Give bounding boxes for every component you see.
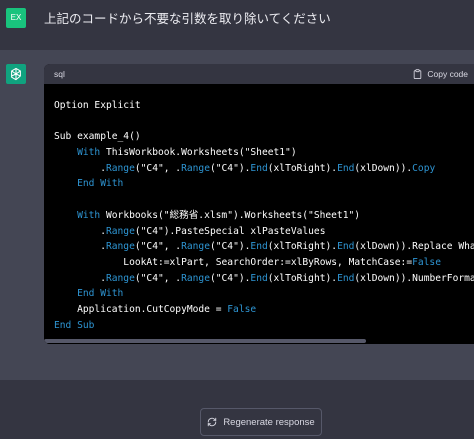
code-keyword: Range	[181, 162, 210, 174]
code-text: ("C4").	[209, 272, 251, 284]
code-line: With Workbooks("総務省.xlsm").Worksheets("S…	[54, 208, 474, 224]
user-message-text: 上記のコードから不要な引数を取り除いてください	[44, 12, 331, 26]
code-text: .	[54, 162, 106, 174]
code-line: End With	[54, 176, 474, 192]
code-text: Workbooks("総務省.xlsm").Worksheets("Sheet1…	[100, 209, 361, 221]
code-keyword: With	[77, 209, 101, 221]
code-text: ("C4", .	[134, 241, 182, 253]
code-keyword: End Sub	[54, 319, 95, 331]
code-line: End Sub	[54, 318, 474, 334]
code-text: ThisWorkbook.Worksheets("Sheet1")	[100, 147, 297, 159]
code-text: ("C4").	[209, 241, 251, 253]
code-line: End With	[54, 286, 474, 302]
horizontal-scrollbar[interactable]	[44, 338, 474, 344]
code-line: .Range("C4", .Range("C4").End(xlToRight)…	[54, 271, 474, 287]
clipboard-icon	[414, 69, 422, 79]
refresh-icon	[208, 417, 217, 427]
code-keyword: Range	[105, 241, 135, 253]
code-keyword: Range	[105, 162, 135, 174]
user-message-row: EX 上記のコードから不要な引数を取り除いてください	[0, 0, 474, 51]
scrollbar-thumb[interactable]	[44, 339, 366, 343]
code-line: .Range("C4", .Range("C4").End(xlToRight)…	[54, 239, 474, 255]
code-text: LookAt:=xlPart, SearchOrder:=xlByRows, M…	[54, 256, 413, 268]
code-keyword: End	[250, 162, 268, 174]
code-content: Option Explicit Sub example_4() With This…	[44, 84, 474, 344]
code-line: .Range("C4", .Range("C4").End(xlToRight)…	[54, 161, 474, 177]
code-keyword: End	[250, 272, 268, 284]
code-line: Option Explicit	[54, 98, 474, 114]
code-line: LookAt:=xlPart, SearchOrder:=xlByRows, M…	[54, 255, 474, 271]
code-keyword: End	[337, 272, 355, 284]
regenerate-response-button[interactable]: Regenerate response	[200, 408, 322, 436]
code-line: With ThisWorkbook.Worksheets("Sheet1")	[54, 145, 474, 161]
code-keyword: End	[337, 162, 355, 174]
code-keyword: False	[412, 256, 441, 268]
bottom-area: Regenerate response	[0, 380, 474, 439]
openai-logo-icon	[6, 64, 26, 84]
code-keyword: End	[250, 241, 268, 253]
code-text: (xlToRight).	[267, 272, 338, 284]
code-keyword: Range	[105, 272, 135, 284]
code-text: Application.CutCopyMode =	[54, 303, 228, 315]
code-text: .	[54, 225, 106, 237]
code-text: ("C4").PasteSpecial xlPasteValues	[134, 225, 326, 237]
code-text: .	[54, 272, 106, 284]
code-text: .	[54, 241, 106, 253]
code-text: ("C4", .	[134, 272, 182, 284]
code-text: (xlDown)).Replace What:=	[354, 241, 474, 253]
copy-code-button[interactable]: Copy code	[413, 69, 468, 79]
user-avatar: EX	[6, 8, 26, 28]
code-header: sql Copy code	[44, 64, 474, 84]
code-keyword: End With	[77, 288, 124, 300]
code-keyword: End With	[77, 178, 124, 190]
code-keyword: With	[77, 147, 101, 159]
code-language-label: sql	[54, 69, 65, 79]
code-keyword: End	[337, 241, 355, 253]
code-text: (xlDown)).NumberFormatLo	[354, 272, 474, 284]
assistant-message-row: sql Copy code Option Explicit Sub example…	[0, 50, 474, 380]
code-line: Sub example_4()	[54, 129, 474, 145]
code-keyword: Range	[181, 272, 210, 284]
code-text: (xlToRight).	[267, 162, 338, 174]
code-text: Option Explicit	[54, 100, 141, 111]
regenerate-response-label: Regenerate response	[223, 416, 315, 428]
code-line: Application.CutCopyMode = False	[54, 302, 474, 318]
code-text: (xlDown)).	[354, 162, 413, 174]
code-keyword: Range	[181, 241, 210, 253]
code-line: .Range("C4").PasteSpecial xlPasteValues	[54, 224, 474, 240]
code-text: Sub example_4()	[54, 131, 141, 143]
code-keyword: False	[227, 303, 257, 315]
code-text: ("C4").	[209, 162, 251, 174]
code-block: sql Copy code Option Explicit Sub example…	[44, 64, 474, 344]
code-keyword: Copy	[412, 162, 436, 174]
code-text: (xlToRight).	[267, 241, 338, 253]
copy-code-label: Copy code	[427, 69, 468, 79]
code-text: ("C4", .	[134, 162, 182, 174]
code-keyword: Range	[105, 225, 135, 237]
